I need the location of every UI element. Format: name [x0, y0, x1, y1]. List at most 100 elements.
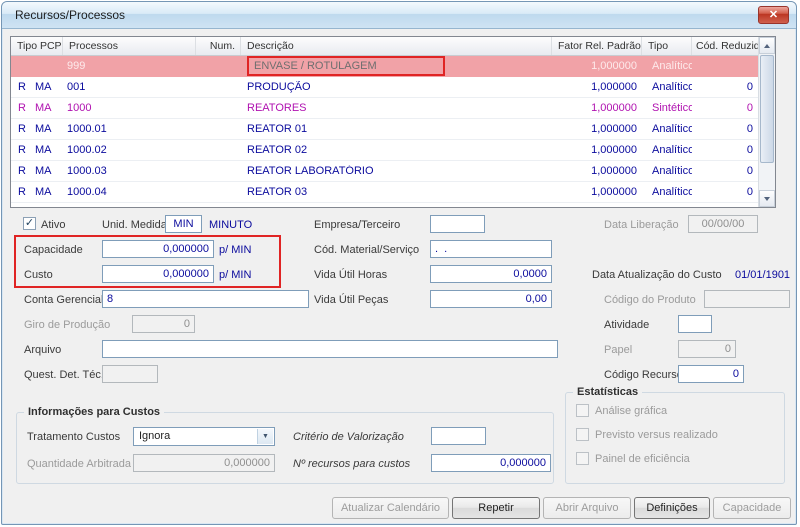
window-title: Recursos/Processos: [15, 8, 126, 22]
custo-input[interactable]: [102, 265, 214, 283]
giro-producao-input: [132, 315, 195, 333]
cell-cod-reduzido: 0: [746, 186, 753, 198]
custo-unit: p/ MIN: [219, 269, 252, 281]
atividade-label: Atividade: [604, 319, 650, 331]
tratamento-custos-select[interactable]: Ignora ▼: [133, 427, 275, 446]
cod-material-servico-label: Cód. Material/Serviço: [314, 244, 420, 256]
cell-fator-rel-padrao: 1,000000: [591, 60, 637, 72]
cell-processos: 1000.01: [67, 123, 107, 135]
empresa-terceiro-label: Empresa/Terceiro: [314, 219, 401, 231]
cell-fator-rel-padrao: 1,000000: [591, 186, 637, 198]
arrow-down-icon: [764, 196, 770, 201]
atividade-input[interactable]: [678, 315, 712, 333]
conta-gerencial-label: Conta Gerencial: [24, 294, 104, 306]
papel-input: [678, 340, 736, 358]
criterio-valorizacao-input[interactable]: [431, 427, 486, 445]
cell-processos: 001: [67, 81, 86, 93]
data-atualizacao-custo-label: Data Atualização do Custo: [592, 269, 722, 281]
cell-descricao: REATOR LABORATÓRIO: [247, 165, 374, 177]
repetir-button[interactable]: Repetir: [452, 497, 540, 519]
vida-util-pecas-label: Vida Útil Peças: [314, 294, 389, 306]
cell-tipo: Analítico: [652, 60, 692, 72]
quantidade-arbitrada-label: Quantidade Arbitrada: [27, 458, 131, 470]
cell-tipo-pcp: R MA: [18, 165, 52, 177]
vida-util-horas-input[interactable]: [430, 265, 552, 283]
close-icon: ✕: [768, 8, 779, 21]
column-header-tipo-pcp[interactable]: Tipo PCP: [11, 37, 63, 55]
cell-processos: 1000.03: [67, 165, 107, 177]
cell-tipo: Analítico: [652, 165, 692, 177]
column-header-num[interactable]: Num.: [196, 37, 241, 55]
cell-tipo: Analítico: [652, 123, 692, 135]
estatisticas-title: Estatísticas: [573, 386, 643, 398]
painel-eficiencia-label: Painel de eficiência: [595, 452, 690, 465]
cell-fator-rel-padrao: 1,000000: [591, 102, 637, 114]
definicoes-button[interactable]: Definições: [634, 497, 710, 519]
table-row[interactable]: R MA 1000.03 REATOR LABORATÓRIO 1,000000 Anal…: [11, 161, 760, 182]
atualizar-calendario-button: Atualizar Calendário: [332, 497, 449, 519]
chevron-down-icon[interactable]: ▼: [257, 429, 273, 444]
table-row[interactable]: R MA 1000.04 REATOR 03 1,000000 Analítico 0: [11, 182, 760, 203]
criterio-valorizacao-label: Critério de Valorização: [293, 431, 404, 443]
cell-descricao: ENVASE / ROTULAGEM: [241, 56, 552, 76]
capacidade-input[interactable]: [102, 240, 214, 258]
cell-cod-reduzido: 0: [746, 81, 753, 93]
quest-det-tec-input: [102, 365, 158, 383]
cell-descricao: REATOR 02: [247, 144, 308, 156]
cell-fator-rel-padrao: 1,000000: [591, 165, 637, 177]
table-row[interactable]: 999 ENVASE / ROTULAGEM 1,000000 Analítico: [11, 56, 760, 77]
unid-medida-input[interactable]: [165, 215, 202, 233]
conta-gerencial-input[interactable]: [102, 290, 309, 308]
n-recursos-custos-input[interactable]: [431, 454, 551, 472]
capacidade-unit: p/ MIN: [219, 244, 252, 256]
column-header-fator-rel-padrao[interactable]: Fator Rel. Padrão: [552, 37, 642, 55]
previsto-realizado-checkbox: ✓: [576, 428, 589, 441]
codigo-recurso-label: Código Recurso: [604, 369, 683, 381]
table-row[interactable]: R MA 1000 REATORES 1,000000 Sintético 0: [11, 98, 760, 119]
arquivo-input[interactable]: [102, 340, 558, 358]
vida-util-pecas-input[interactable]: [430, 290, 552, 308]
scroll-up-button[interactable]: [759, 37, 775, 54]
table-header: Tipo PCP Processos Num. Descrição Fator …: [11, 37, 760, 56]
cell-cod-reduzido: 0: [746, 144, 753, 156]
arquivo-label: Arquivo: [24, 344, 62, 356]
table-row[interactable]: R MA 001 PRODUÇÃO 1,000000 Analítico 0: [11, 77, 760, 98]
previsto-realizado-label: Previsto versus realizado: [595, 428, 718, 441]
analise-grafica-checkbox: ✓: [576, 404, 589, 417]
cell-tipo-pcp: R MA: [18, 144, 52, 156]
cell-processos: 1000.02: [67, 144, 107, 156]
column-header-processos[interactable]: Processos: [63, 37, 196, 55]
column-header-tipo[interactable]: Tipo: [642, 37, 692, 55]
codigo-produto-input: [704, 290, 790, 308]
scroll-down-button[interactable]: [759, 190, 775, 207]
table-body: 999 ENVASE / ROTULAGEM 1,000000 Analítico R M…: [11, 56, 775, 203]
cell-cod-reduzido: 0: [746, 123, 753, 135]
arrow-up-icon: [764, 43, 770, 48]
cod-material-servico-input[interactable]: [430, 240, 552, 258]
cell-tipo: Sintético: [652, 102, 692, 114]
empresa-terceiro-input[interactable]: [430, 215, 485, 233]
unid-medida-description: MINUTO: [209, 219, 253, 231]
abrir-arquivo-button: Abrir Arquivo: [543, 497, 631, 519]
cell-processos: 1000.04: [67, 186, 107, 198]
estatisticas-group: Estatísticas ✓ Análise gráfica ✓ Previst…: [565, 386, 785, 484]
cell-cod-reduzido: 0: [746, 102, 753, 114]
scrollbar-thumb[interactable]: [760, 55, 774, 163]
check-icon: ✓: [24, 217, 35, 229]
painel-eficiencia-item: ✓ Painel de eficiência: [576, 452, 784, 465]
table-row[interactable]: R MA 1000.01 REATOR 01 1,000000 Analítico 0: [11, 119, 760, 140]
vertical-scrollbar[interactable]: [758, 37, 775, 207]
column-header-cod-reduzido[interactable]: Cód. Reduzido: [692, 37, 760, 55]
cell-fator-rel-padrao: 1,000000: [591, 144, 637, 156]
tratamento-custos-value: Ignora: [139, 430, 171, 442]
codigo-recurso-input[interactable]: [678, 365, 744, 383]
close-button[interactable]: ✕: [758, 6, 789, 24]
cell-tipo-pcp: R MA: [18, 186, 52, 198]
unid-medida-label: Unid. Medida: [102, 219, 167, 231]
cell-tipo: Analítico: [652, 81, 692, 93]
ativo-checkbox[interactable]: ✓: [23, 217, 36, 230]
cell-descricao: REATOR 03: [247, 186, 308, 198]
column-header-descricao[interactable]: Descrição: [241, 37, 552, 55]
data-liberacao-label: Data Liberação: [604, 219, 679, 231]
table-row[interactable]: R MA 1000.02 REATOR 02 1,000000 Analítico 0: [11, 140, 760, 161]
